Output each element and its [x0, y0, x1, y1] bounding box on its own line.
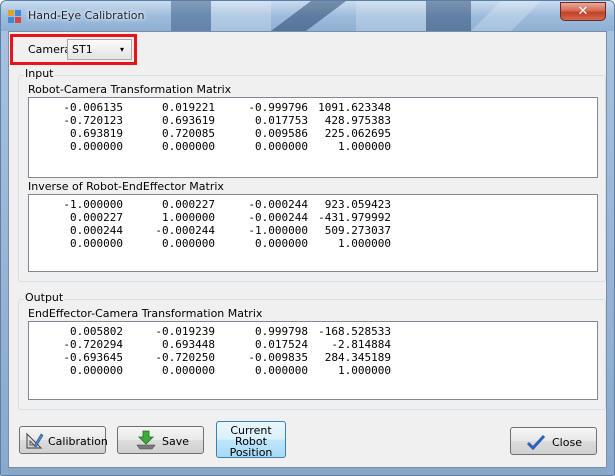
save-icon — [136, 430, 156, 450]
matrix-cell: -1.000000 — [248, 224, 308, 237]
matrix-cell: -0.019239 — [155, 325, 215, 338]
matrix-cell: 0.017524 — [255, 338, 308, 351]
matrix-cell: -0.000244 — [248, 211, 308, 224]
output-group-title: Output — [24, 291, 65, 304]
matrix-cell: -1.000000 — [63, 198, 123, 211]
matrix-cell: 0.000000 — [70, 140, 123, 153]
matrix-cell: -168.528533 — [318, 325, 391, 338]
robot-camera-matrix[interactable]: -0.006135 0.019221 -0.999796 1091.623348… — [28, 97, 598, 178]
matrix-cell: 428.975383 — [324, 114, 391, 127]
inverse-end-effector-matrix-label: Inverse of Robot-EndEffector Matrix — [28, 180, 224, 193]
matrix-cell: 0.017753 — [255, 114, 308, 127]
matrix-cell: 0.000000 — [255, 140, 308, 153]
matrix-row: -0.693645 -0.720250 -0.009835 284.345189 — [29, 351, 399, 364]
matrix-row: 0.000244 -0.000244 -1.000000 509.273037 — [29, 224, 399, 237]
matrix-cell: 0.000000 — [255, 237, 308, 250]
matrix-cell: -431.979992 — [318, 211, 391, 224]
calibration-button[interactable]: Calibration — [19, 426, 108, 454]
matrix-cell: 0.999798 — [255, 325, 308, 338]
inverse-end-effector-matrix[interactable]: -1.000000 0.000227 -0.000244 923.059423 … — [28, 194, 598, 272]
matrix-cell: 0.693619 — [162, 114, 215, 127]
matrix-row: 0.693819 0.720085 0.009586 225.062695 — [29, 127, 399, 140]
chevron-down-icon: ▾ — [119, 45, 124, 54]
camera-select-value: ST1 — [72, 43, 93, 56]
matrix-cell: 0.009586 — [255, 127, 308, 140]
matrix-cell: 0.000000 — [70, 237, 123, 250]
end-effector-camera-matrix-label: EndEffector-Camera Transformation Matrix — [28, 307, 263, 320]
matrix-cell: -0.720250 — [155, 351, 215, 364]
checkmark-icon — [527, 434, 545, 450]
matrix-cell: 509.273037 — [324, 224, 391, 237]
input-group-title: Input — [24, 67, 55, 80]
matrix-cell: 0.005802 — [70, 325, 123, 338]
hand-eye-calibration-window: Hand-Eye Calibration ✕ Camera ST1 ▾ Inpu… — [0, 0, 615, 476]
matrix-row: 0.000000 0.000000 0.000000 1.000000 — [29, 364, 399, 377]
camera-label: Camera — [28, 43, 72, 56]
matrix-row: -0.006135 0.019221 -0.999796 1091.623348 — [29, 101, 399, 114]
robot-camera-matrix-label: Robot-Camera Transformation Matrix — [28, 83, 232, 96]
current-robot-position-label-line: Position — [229, 446, 273, 459]
matrix-cell: 284.345189 — [324, 351, 391, 364]
matrix-cell: 0.000244 — [70, 224, 123, 237]
matrix-row: 0.000000 0.000000 0.000000 1.000000 — [29, 140, 399, 153]
matrix-cell: -2.814884 — [331, 338, 391, 351]
current-robot-position-button-label: Current Robot Position — [217, 425, 285, 458]
matrix-cell: -0.720294 — [63, 338, 123, 351]
current-robot-position-button[interactable]: Current Robot Position — [216, 421, 286, 458]
matrix-cell: 0.000227 — [70, 211, 123, 224]
matrix-row: -1.000000 0.000227 -0.000244 923.059423 — [29, 198, 399, 211]
matrix-cell: -0.720123 — [63, 114, 123, 127]
matrix-cell: 0.720085 — [162, 127, 215, 140]
matrix-cell: -0.693645 — [63, 351, 123, 364]
matrix-cell: 0.000000 — [162, 140, 215, 153]
matrix-cell: 0.693448 — [162, 338, 215, 351]
end-effector-camera-matrix[interactable]: 0.005802 -0.019239 0.999798 -168.528533 … — [28, 321, 598, 400]
matrix-cell: -0.999796 — [248, 101, 308, 114]
ruler-pencil-icon — [26, 432, 44, 449]
title-bar-background-graphic — [171, 1, 541, 31]
matrix-cell: 1.000000 — [338, 237, 391, 250]
app-icon — [8, 10, 21, 23]
matrix-cell: 0.019221 — [162, 101, 215, 114]
matrix-cell: -0.006135 — [63, 101, 123, 114]
matrix-cell: 1091.623348 — [318, 101, 391, 114]
matrix-cell: 0.000000 — [162, 364, 215, 377]
matrix-cell: 923.059423 — [324, 198, 391, 211]
matrix-cell: 0.000000 — [255, 364, 308, 377]
matrix-row: 0.000227 1.000000 -0.000244 -431.979992 — [29, 211, 399, 224]
close-button[interactable]: Close — [510, 427, 597, 455]
matrix-cell: 0.000000 — [70, 364, 123, 377]
matrix-cell: -0.000244 — [248, 198, 308, 211]
camera-select[interactable]: ST1 ▾ — [67, 39, 132, 60]
window-title: Hand-Eye Calibration — [28, 9, 145, 22]
matrix-cell: -0.009835 — [248, 351, 308, 364]
save-button-label: Save — [162, 435, 190, 448]
window-close-button[interactable]: ✕ — [560, 2, 606, 21]
matrix-row: 0.005802 -0.019239 0.999798 -168.528533 — [29, 325, 399, 338]
matrix-cell: 225.062695 — [324, 127, 391, 140]
matrix-cell: 0.000000 — [162, 237, 215, 250]
matrix-row: -0.720294 0.693448 0.017524 -2.814884 — [29, 338, 399, 351]
close-icon: ✕ — [577, 4, 589, 19]
matrix-cell: 1.000000 — [162, 211, 215, 224]
close-button-label: Close — [552, 436, 582, 449]
matrix-cell: -0.000244 — [155, 224, 215, 237]
matrix-row: 0.000000 0.000000 0.000000 1.000000 — [29, 237, 399, 250]
title-bar: Hand-Eye Calibration ✕ — [1, 1, 614, 31]
matrix-cell: 0.000227 — [162, 198, 215, 211]
matrix-cell: 1.000000 — [338, 364, 391, 377]
matrix-cell: 0.693819 — [70, 127, 123, 140]
save-button[interactable]: Save — [117, 426, 204, 454]
calibration-button-label: Calibration — [48, 435, 108, 448]
matrix-cell: 1.000000 — [338, 140, 391, 153]
window-bottom-border — [8, 468, 607, 475]
matrix-row: -0.720123 0.693619 0.017753 428.975383 — [29, 114, 399, 127]
